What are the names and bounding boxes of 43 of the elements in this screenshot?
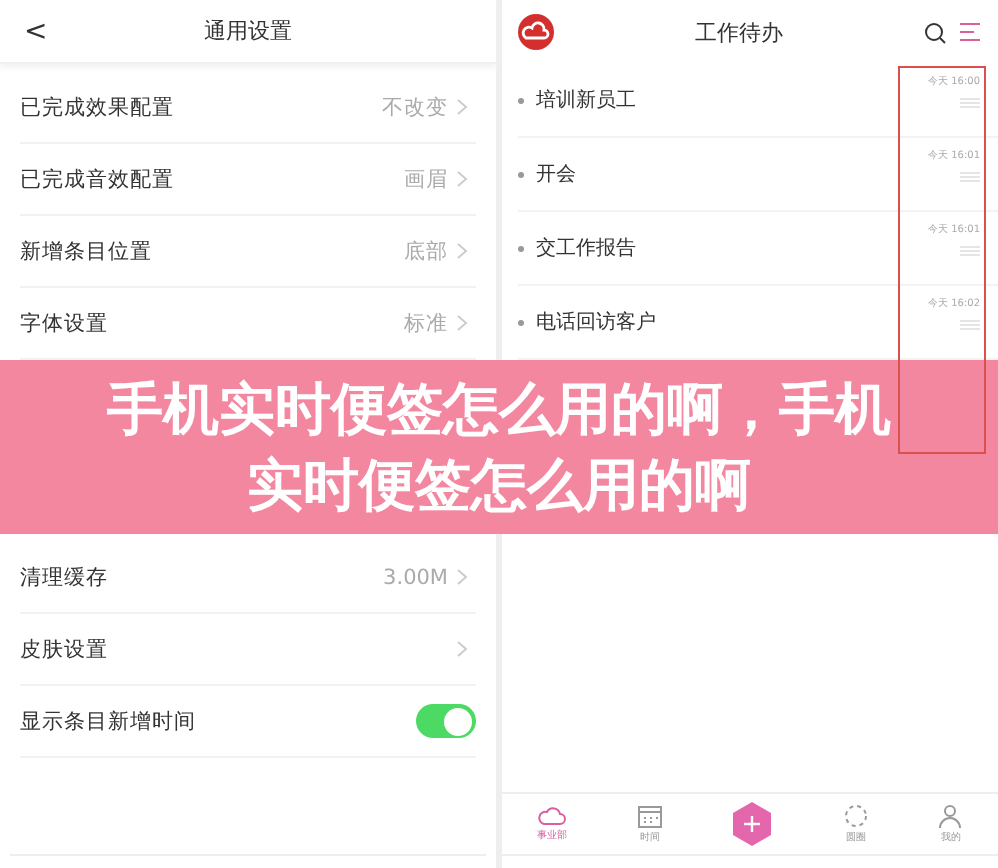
setting-value: 3.00M	[383, 565, 448, 589]
setting-value: 标准	[404, 309, 448, 337]
calendar-icon	[638, 805, 663, 827]
back-button[interactable]: <	[24, 15, 64, 47]
setting-label: 已完成音效配置	[20, 165, 176, 193]
setting-value: 不改变	[382, 93, 448, 121]
setting-label: 皮肤设置	[20, 635, 110, 663]
setting-label: 新增条目位置	[20, 237, 154, 265]
setting-label: 字体设置	[20, 309, 110, 337]
chevron-icon	[456, 170, 468, 188]
setting-label: 已完成效果配置	[20, 93, 176, 121]
screen-title: 工作待办	[693, 17, 785, 47]
drag-handle-icon[interactable]	[960, 246, 980, 256]
chevron-icon	[456, 242, 468, 260]
bullet-icon	[518, 319, 524, 325]
setting-label: 显示条目新增时间	[20, 707, 198, 735]
add-button[interactable]	[732, 802, 773, 846]
toggle-switch[interactable]	[416, 704, 476, 738]
menu-icon[interactable]	[958, 22, 982, 42]
drag-handle-icon[interactable]	[960, 172, 980, 182]
chevron-icon	[456, 640, 468, 658]
logo-icon	[518, 14, 554, 50]
todo-title[interactable]: 开会	[536, 160, 896, 188]
todo-title[interactable]: 电话回访客户	[536, 308, 896, 336]
drag-handle-icon[interactable]	[960, 98, 980, 108]
bullet-icon	[518, 245, 524, 251]
setting-value: 底部	[404, 237, 448, 265]
bullet-icon	[518, 171, 524, 177]
dotted-circle-icon	[843, 804, 868, 828]
user-icon	[938, 804, 963, 828]
cloud-icon	[538, 806, 567, 826]
bullet-icon	[518, 97, 524, 103]
setting-value: 画眉	[404, 165, 448, 193]
search-icon[interactable]	[924, 21, 946, 43]
screen-title: 通用设置	[202, 16, 294, 46]
chevron-icon	[456, 314, 468, 332]
todo-title[interactable]: 培训新员工	[536, 86, 896, 114]
todo-title[interactable]: 交工作报告	[536, 234, 896, 262]
drag-handle-icon[interactable]	[960, 320, 980, 330]
banner-title: 手机实时便签怎么用的啊，手机实时便签怎么用的啊	[105, 373, 893, 521]
chevron-icon	[456, 98, 468, 116]
chevron-icon	[456, 568, 468, 586]
setting-label: 清理缓存	[20, 563, 110, 591]
